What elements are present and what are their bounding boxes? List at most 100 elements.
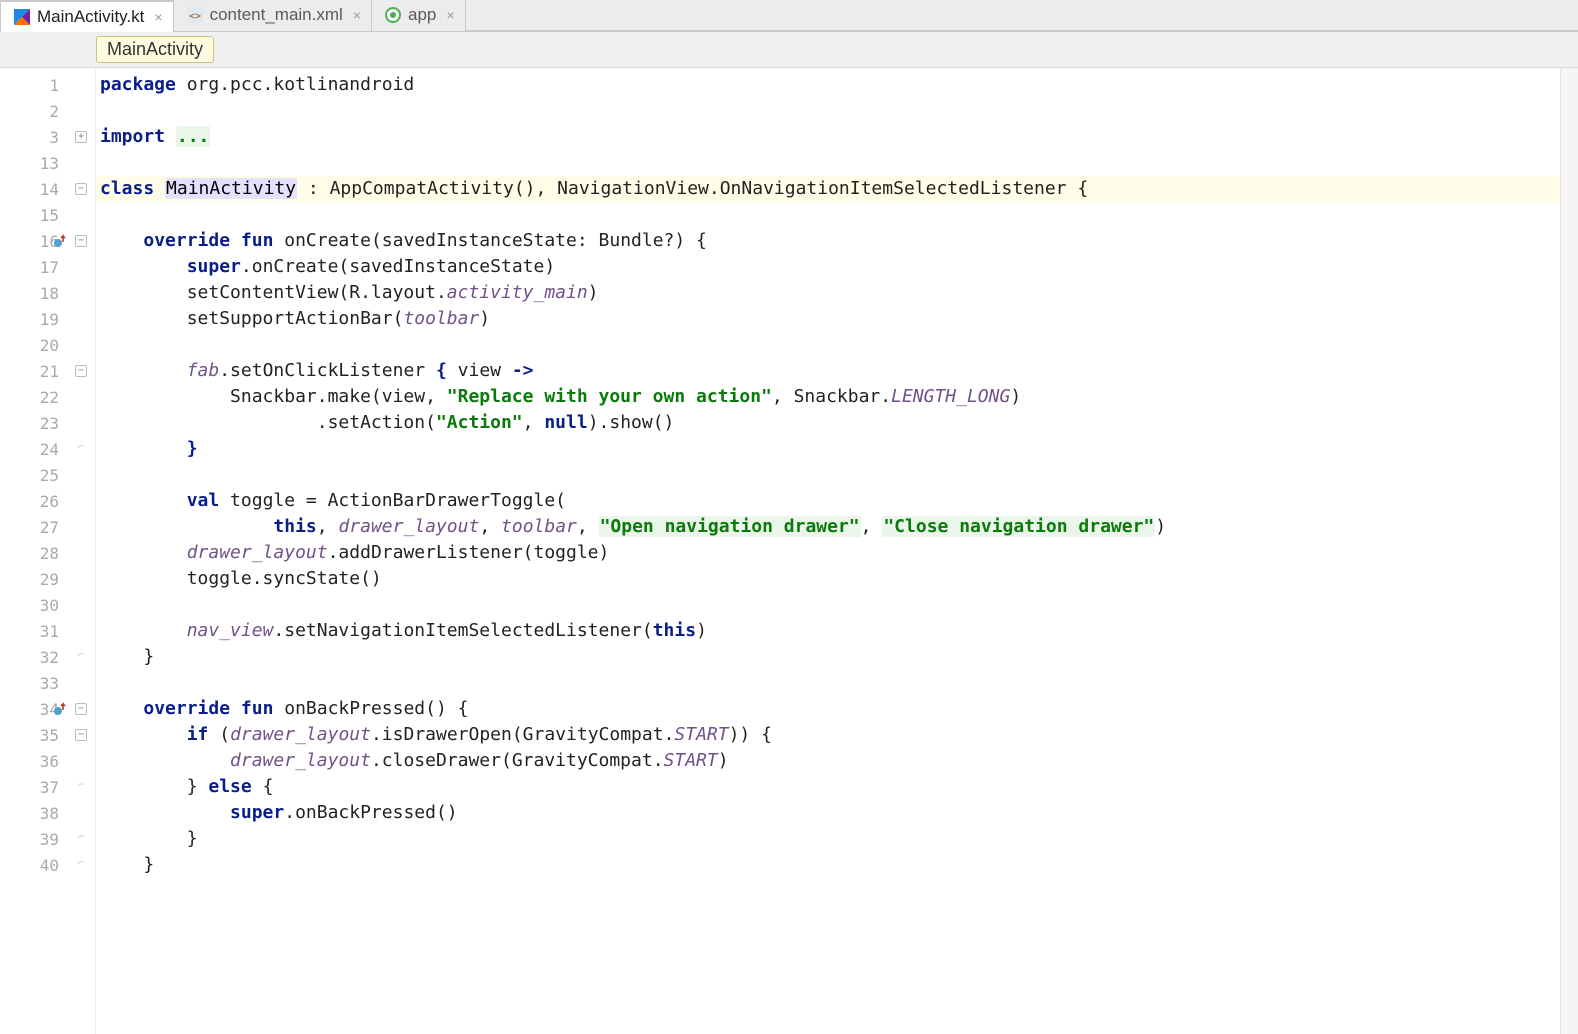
editor-tab[interactable]: app× [372,0,466,31]
gutter-row[interactable]: 35− [0,722,95,748]
code-line[interactable]: } [96,644,1560,670]
code-line[interactable]: drawer_layout.closeDrawer(GravityCompat.… [96,748,1560,774]
code-line[interactable]: fab.setOnClickListener { view -> [96,358,1560,384]
code-line[interactable]: class MainActivity : AppCompatActivity()… [96,176,1560,202]
code-line[interactable]: this, drawer_layout, toolbar, "Open navi… [96,514,1560,540]
code-line[interactable] [96,332,1560,358]
gutter-row[interactable]: 30 [0,592,95,618]
gutter-row[interactable]: 2 [0,98,95,124]
code-line[interactable]: nav_view.setNavigationItemSelectedListen… [96,618,1560,644]
error-stripe[interactable] [1560,68,1578,1034]
fold-collapse-icon[interactable]: − [75,235,87,247]
code-line[interactable]: drawer_layout.addDrawerListener(toggle) [96,540,1560,566]
gutter-row[interactable]: 33 [0,670,95,696]
code-line[interactable]: super.onCreate(savedInstanceState) [96,254,1560,280]
gutter-row[interactable]: 39⌐ [0,826,95,852]
close-icon[interactable]: × [446,7,454,23]
editor-tab[interactable]: <>content_main.xml× [174,0,372,31]
breadcrumb-strip: MainActivity [0,32,1578,68]
code-token: ( [208,724,230,745]
line-number: 2 [49,102,59,121]
line-number: 37 [40,778,59,797]
gutter-row[interactable]: 28 [0,540,95,566]
override-gutter-icon[interactable] [53,700,71,718]
gutter-row[interactable]: 23 [0,410,95,436]
code-token: setSupportActionBar( [100,308,403,329]
code-line[interactable]: setContentView(R.layout.activity_main) [96,280,1560,306]
close-icon[interactable]: × [154,9,162,25]
gutter-row[interactable]: 25 [0,462,95,488]
code-line[interactable]: } [96,826,1560,852]
editor-tab[interactable]: MainActivity.kt× [0,0,174,32]
code-line[interactable] [96,150,1560,176]
gutter-row[interactable]: 26 [0,488,95,514]
code-line[interactable]: package org.pcc.kotlinandroid [96,72,1560,98]
code-token: )) { [729,724,772,745]
code-line[interactable]: .setAction("Action", null).show() [96,410,1560,436]
gutter-row[interactable]: 22 [0,384,95,410]
code-token: .onBackPressed() [284,802,457,823]
fold-collapse-icon[interactable]: − [75,703,87,715]
code-token: class [100,178,154,199]
gutter-row[interactable]: 38 [0,800,95,826]
override-gutter-icon[interactable] [53,232,71,250]
gutter-row[interactable]: 18 [0,280,95,306]
code-token: .addDrawerListener(toggle) [328,542,610,563]
code-line[interactable] [96,670,1560,696]
fold-expand-icon[interactable]: + [75,131,87,143]
code-line[interactable]: } [96,852,1560,878]
code-line[interactable]: import ... [96,124,1560,150]
gutter-row[interactable]: 3+ [0,124,95,150]
code-line[interactable]: } [96,436,1560,462]
code-token [100,256,187,277]
line-number: 28 [40,544,59,563]
breadcrumb[interactable]: MainActivity [96,36,214,63]
gutter-row[interactable]: 24⌐ [0,436,95,462]
gutter-row[interactable]: 15 [0,202,95,228]
gutter-row[interactable]: 37⌐ [0,774,95,800]
gutter-row[interactable]: 36 [0,748,95,774]
gutter-row[interactable]: 1 [0,72,95,98]
gutter-row[interactable]: 40⌐ [0,852,95,878]
fold-collapse-icon[interactable]: − [75,183,87,195]
code-token: { [252,776,274,797]
code-line[interactable]: val toggle = ActionBarDrawerToggle( [96,488,1560,514]
code-line[interactable]: if (drawer_layout.isDrawerOpen(GravityCo… [96,722,1560,748]
code-line[interactable]: override fun onCreate(savedInstanceState… [96,228,1560,254]
code-token: "Action" [436,412,523,433]
line-number: 26 [40,492,59,511]
gutter-row[interactable]: 19 [0,306,95,332]
code-line[interactable] [96,592,1560,618]
gutter-row[interactable]: 14− [0,176,95,202]
code-line[interactable]: super.onBackPressed() [96,800,1560,826]
code-line[interactable] [96,202,1560,228]
gutter-row[interactable]: 31 [0,618,95,644]
gutter-row[interactable]: 32⌐ [0,644,95,670]
gutter-row[interactable]: 27 [0,514,95,540]
gutter-row[interactable]: 21− [0,358,95,384]
gutter-row[interactable]: 29 [0,566,95,592]
code-line[interactable]: } else { [96,774,1560,800]
code-line[interactable]: override fun onBackPressed() { [96,696,1560,722]
line-number: 29 [40,570,59,589]
code-line[interactable] [96,462,1560,488]
line-number: 27 [40,518,59,537]
code-token: ) [479,308,490,329]
kotlin-file-icon [13,8,31,26]
gutter-row[interactable]: 13 [0,150,95,176]
gutter-row[interactable]: 20 [0,332,95,358]
code-surface[interactable]: package org.pcc.kotlinandroid import ... c… [96,68,1560,1034]
editor-area[interactable]: 1 2 3+ 13 14− 15 16−1718192021−222324⌐25 26 27 28… [0,68,1578,1034]
gutter-row[interactable]: 16− [0,228,95,254]
line-number: 13 [40,154,59,173]
gutter-row[interactable]: 34− [0,696,95,722]
line-number: 15 [40,206,59,225]
fold-collapse-icon[interactable]: − [75,365,87,377]
code-line[interactable]: Snackbar.make(view, "Replace with your o… [96,384,1560,410]
code-line[interactable]: setSupportActionBar(toolbar) [96,306,1560,332]
code-line[interactable]: toggle.syncState() [96,566,1560,592]
close-icon[interactable]: × [353,7,361,23]
gutter-row[interactable]: 17 [0,254,95,280]
code-line[interactable] [96,98,1560,124]
fold-collapse-icon[interactable]: − [75,729,87,741]
